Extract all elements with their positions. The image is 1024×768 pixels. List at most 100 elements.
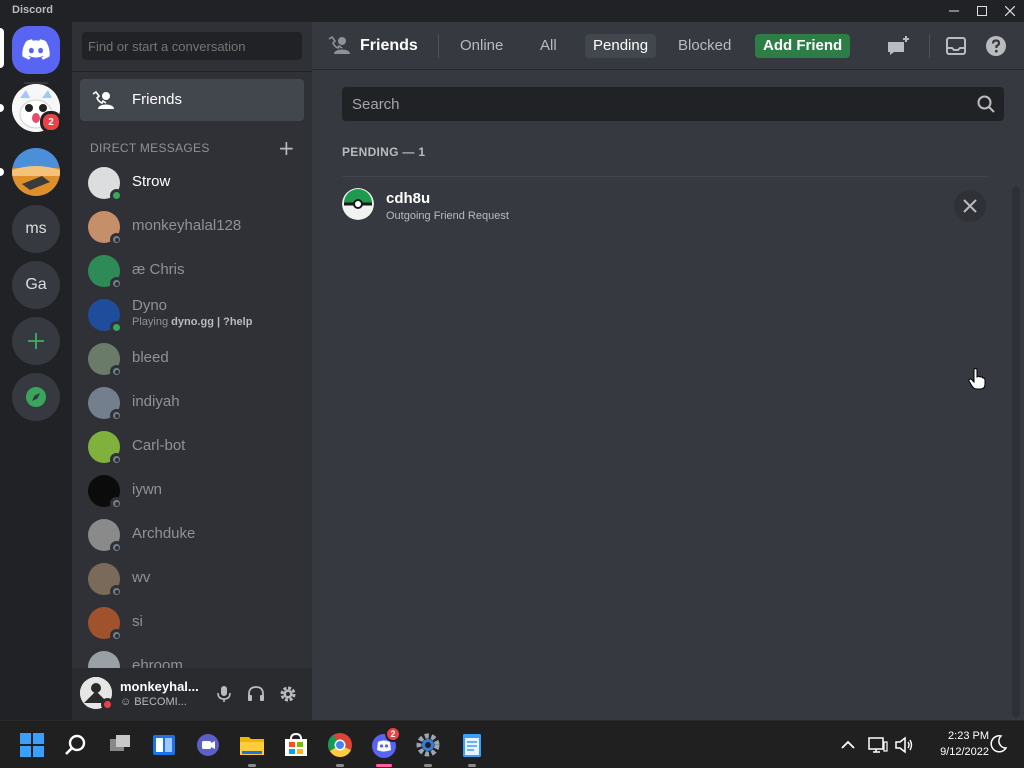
file-explorer-icon[interactable] <box>236 729 268 761</box>
server-ga[interactable]: Ga <box>12 261 60 309</box>
teams-chat-icon[interactable] <box>192 729 224 761</box>
tab-all[interactable]: All <box>532 34 565 58</box>
friends-label: Friends <box>132 91 183 108</box>
find-conversation-input[interactable] <box>82 32 302 60</box>
dm-username: si <box>132 613 143 630</box>
dm-list-item[interactable]: Strow <box>80 162 304 204</box>
server-badge: 2 <box>40 111 62 133</box>
dm-list-item[interactable]: wv <box>80 558 304 600</box>
pending-search-input[interactable] <box>342 87 962 121</box>
server-icon-2[interactable] <box>12 148 60 196</box>
server-ms[interactable]: ms <box>12 205 60 253</box>
home-button[interactable] <box>12 26 60 74</box>
dm-username: Dyno <box>132 297 168 314</box>
active-app-indicator <box>376 764 392 767</box>
maximize-icon[interactable] <box>968 0 996 22</box>
gear-icon <box>280 686 296 702</box>
custom-status: ☺ BECOMI... <box>120 696 187 708</box>
start-menu-icon[interactable] <box>16 729 48 761</box>
search-icon[interactable] <box>976 94 996 114</box>
user-panel: monkeyhal... ☺ BECOMI... <box>72 668 312 720</box>
dnd-status-icon <box>101 698 114 711</box>
running-indicator <box>468 764 476 767</box>
dm-username: Strow <box>132 173 171 190</box>
user-settings-button[interactable] <box>276 682 300 706</box>
username: monkeyhal... <box>120 679 199 694</box>
dm-list-item[interactable]: indiyah <box>80 382 304 424</box>
search-icon[interactable] <box>60 729 92 761</box>
request-type: Outgoing Friend Request <box>386 210 509 222</box>
offline-status-icon <box>110 409 123 422</box>
tab-blocked[interactable]: Blocked <box>670 34 739 58</box>
discord-logo-icon <box>22 39 50 60</box>
dm-list-item[interactable]: Dyno Playing dyno.gg | ?help <box>80 294 304 336</box>
offline-status-icon <box>110 629 123 642</box>
dm-list-item[interactable]: monkeyhalal128 <box>80 206 304 248</box>
new-group-dm-button[interactable] <box>886 34 910 58</box>
focus-assist-moon-icon[interactable] <box>987 733 1009 755</box>
tab-pending[interactable]: Pending <box>585 34 657 58</box>
clock-time[interactable]: 2:23 PM <box>917 730 989 742</box>
landscape-image-icon <box>12 148 60 196</box>
cancel-request-button[interactable] <box>954 190 986 222</box>
dm-list-item[interactable]: si <box>80 602 304 644</box>
create-dm-button[interactable]: + <box>278 136 295 160</box>
running-indicator <box>424 764 432 767</box>
help-button[interactable] <box>984 34 1008 58</box>
offline-status-icon <box>110 453 123 466</box>
dm-sidebar: Friends DIRECT MESSAGES + Strow monkeyhal… <box>72 22 312 720</box>
help-icon <box>986 36 1006 56</box>
dm-username: Archduke <box>132 525 196 542</box>
add-server-button[interactable] <box>12 317 60 365</box>
selected-pill <box>0 28 4 68</box>
inbox-button[interactable] <box>944 34 968 58</box>
activity-prefix: Playing <box>132 316 172 328</box>
widgets-icon[interactable] <box>148 729 180 761</box>
app-title: Discord <box>12 4 53 16</box>
title-bar: Discord <box>0 0 1024 22</box>
chrome-icon[interactable] <box>324 729 356 761</box>
main-content: Friends Online All Pending Blocked Add F… <box>312 22 1024 720</box>
offline-status-icon <box>110 233 123 246</box>
dm-list-item[interactable]: æ Chris <box>80 250 304 292</box>
hand-cursor-icon <box>968 368 986 390</box>
dm-list-item[interactable]: bleed <box>80 338 304 380</box>
microphone-button[interactable] <box>212 682 236 706</box>
dm-username: monkeyhalal128 <box>132 217 242 234</box>
tab-online[interactable]: Online <box>452 34 511 58</box>
microsoft-store-icon[interactable] <box>280 729 312 761</box>
headphones-button[interactable] <box>244 682 268 706</box>
dm-username: Carl-bot <box>132 437 186 454</box>
offline-status-icon <box>110 365 123 378</box>
running-indicator <box>248 764 256 767</box>
compass-icon <box>26 387 46 407</box>
friends-top-bar: Friends Online All Pending Blocked Add F… <box>312 22 1024 70</box>
dm-list-item[interactable]: Archduke <box>80 514 304 556</box>
volume-icon[interactable] <box>892 733 916 757</box>
new-group-dm-icon <box>888 36 909 55</box>
add-friend-button[interactable]: Add Friend <box>755 34 851 58</box>
dm-list-item[interactable]: iywn <box>80 470 304 512</box>
close-window-icon[interactable] <box>996 0 1024 22</box>
task-view-icon[interactable] <box>104 729 136 761</box>
dm-activity: Playing dyno.gg | ?help <box>132 316 252 328</box>
network-icon[interactable] <box>866 733 890 757</box>
clock-date[interactable]: 9/12/2022 <box>917 746 989 758</box>
offline-status-icon <box>110 541 123 554</box>
pending-count-header: PENDING — 1 <box>342 145 426 159</box>
friends-icon <box>328 35 350 54</box>
dm-list-item[interactable]: Carl-bot <box>80 426 304 468</box>
minimize-icon[interactable] <box>940 0 968 22</box>
friends-nav-item[interactable]: Friends <box>80 79 304 121</box>
request-username: cdh8u <box>386 190 431 207</box>
page-title: Friends <box>360 37 418 54</box>
friend-request-row[interactable]: cdh8u Outgoing Friend Request <box>342 177 988 239</box>
title-divider <box>438 34 439 58</box>
settings-icon[interactable] <box>412 729 444 761</box>
explore-servers-button[interactable] <box>12 373 60 421</box>
offline-status-icon <box>110 497 123 510</box>
notepad-icon[interactable] <box>456 729 488 761</box>
activity-name: dyno.gg | ?help <box>171 316 253 328</box>
scrollbar[interactable] <box>1012 187 1020 717</box>
chevron-up-icon[interactable] <box>836 733 860 757</box>
